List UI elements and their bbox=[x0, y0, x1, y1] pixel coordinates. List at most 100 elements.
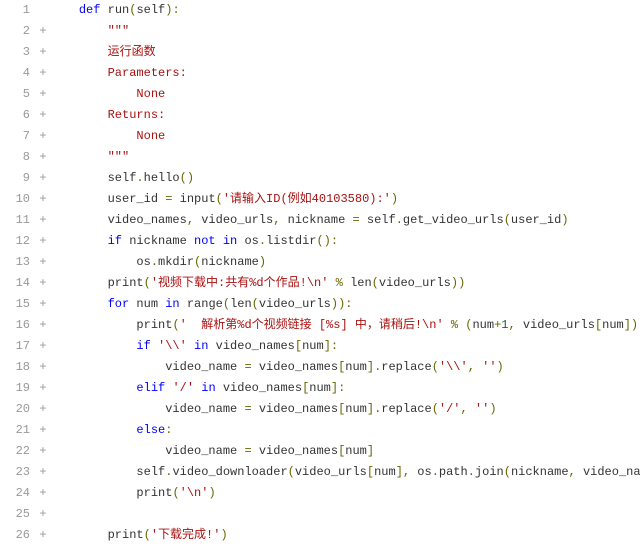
diff-marker: + bbox=[36, 420, 50, 441]
diff-marker: + bbox=[36, 189, 50, 210]
diff-marker: + bbox=[36, 357, 50, 378]
code-line: 8+ """ bbox=[0, 147, 640, 168]
code-content: video_name = video_names[num] bbox=[50, 441, 640, 462]
code-content: """ bbox=[50, 21, 640, 42]
code-content: if nickname not in os.listdir(): bbox=[50, 231, 640, 252]
diff-marker bbox=[36, 0, 50, 21]
line-number: 7 bbox=[0, 126, 36, 147]
diff-marker: + bbox=[36, 399, 50, 420]
code-line: 20+ video_name = video_names[num].replac… bbox=[0, 399, 640, 420]
diff-marker: + bbox=[36, 147, 50, 168]
code-content: self.video_downloader(video_urls[num], o… bbox=[50, 462, 640, 483]
code-line: 5+ None bbox=[0, 84, 640, 105]
diff-marker: + bbox=[36, 168, 50, 189]
diff-marker: + bbox=[36, 504, 50, 525]
diff-marker: + bbox=[36, 441, 50, 462]
diff-marker: + bbox=[36, 42, 50, 63]
diff-marker: + bbox=[36, 315, 50, 336]
code-content: print('\n') bbox=[50, 483, 640, 504]
line-number: 20 bbox=[0, 399, 36, 420]
line-number: 9 bbox=[0, 168, 36, 189]
diff-marker: + bbox=[36, 210, 50, 231]
code-line: 7+ None bbox=[0, 126, 640, 147]
code-content: user_id = input('请输入ID(例如40103580):') bbox=[50, 189, 640, 210]
diff-marker: + bbox=[36, 126, 50, 147]
code-content: 运行函数 bbox=[50, 42, 640, 63]
code-content: for num in range(len(video_urls)): bbox=[50, 294, 640, 315]
code-line: 10+ user_id = input('请输入ID(例如40103580):'… bbox=[0, 189, 640, 210]
line-number: 19 bbox=[0, 378, 36, 399]
code-content: if '\\' in video_names[num]: bbox=[50, 336, 640, 357]
code-line: 23+ self.video_downloader(video_urls[num… bbox=[0, 462, 640, 483]
code-line: 6+ Returns: bbox=[0, 105, 640, 126]
code-line: 9+ self.hello() bbox=[0, 168, 640, 189]
code-line: 11+ video_names, video_urls, nickname = … bbox=[0, 210, 640, 231]
code-content: None bbox=[50, 126, 640, 147]
line-number: 12 bbox=[0, 231, 36, 252]
code-line: 22+ video_name = video_names[num] bbox=[0, 441, 640, 462]
code-content: Returns: bbox=[50, 105, 640, 126]
line-number: 3 bbox=[0, 42, 36, 63]
code-line: 18+ video_name = video_names[num].replac… bbox=[0, 357, 640, 378]
line-number: 2 bbox=[0, 21, 36, 42]
code-content: self.hello() bbox=[50, 168, 640, 189]
diff-marker: + bbox=[36, 294, 50, 315]
diff-marker: + bbox=[36, 378, 50, 399]
code-content: print('视频下载中:共有%d个作品!\n' % len(video_url… bbox=[50, 273, 640, 294]
code-content: print('下载完成!') bbox=[50, 525, 640, 546]
diff-marker: + bbox=[36, 336, 50, 357]
code-line: 25+ bbox=[0, 504, 640, 525]
line-number: 15 bbox=[0, 294, 36, 315]
code-line: 24+ print('\n') bbox=[0, 483, 640, 504]
code-line: 4+ Parameters: bbox=[0, 63, 640, 84]
line-number: 6 bbox=[0, 105, 36, 126]
code-content: elif '/' in video_names[num]: bbox=[50, 378, 640, 399]
line-number: 8 bbox=[0, 147, 36, 168]
code-content: def run(self): bbox=[50, 0, 640, 21]
line-number: 13 bbox=[0, 252, 36, 273]
code-line: 19+ elif '/' in video_names[num]: bbox=[0, 378, 640, 399]
line-number: 11 bbox=[0, 210, 36, 231]
line-number: 24 bbox=[0, 483, 36, 504]
code-line: 17+ if '\\' in video_names[num]: bbox=[0, 336, 640, 357]
line-number: 25 bbox=[0, 504, 36, 525]
line-number: 23 bbox=[0, 462, 36, 483]
code-line: 21+ else: bbox=[0, 420, 640, 441]
code-content: video_name = video_names[num].replace('/… bbox=[50, 399, 640, 420]
line-number: 5 bbox=[0, 84, 36, 105]
line-number: 16 bbox=[0, 315, 36, 336]
diff-marker: + bbox=[36, 105, 50, 126]
code-line: 26+ print('下载完成!') bbox=[0, 525, 640, 546]
diff-marker: + bbox=[36, 84, 50, 105]
diff-marker: + bbox=[36, 63, 50, 84]
code-content: None bbox=[50, 84, 640, 105]
line-number: 18 bbox=[0, 357, 36, 378]
code-line: 14+ print('视频下载中:共有%d个作品!\n' % len(video… bbox=[0, 273, 640, 294]
code-line: 2+ """ bbox=[0, 21, 640, 42]
code-content: else: bbox=[50, 420, 640, 441]
code-line: 15+ for num in range(len(video_urls)): bbox=[0, 294, 640, 315]
diff-marker: + bbox=[36, 231, 50, 252]
code-line: 12+ if nickname not in os.listdir(): bbox=[0, 231, 640, 252]
line-number: 22 bbox=[0, 441, 36, 462]
code-content: video_name = video_names[num].replace('\… bbox=[50, 357, 640, 378]
code-line: 1 def run(self): bbox=[0, 0, 640, 21]
code-content: video_names, video_urls, nickname = self… bbox=[50, 210, 640, 231]
code-content: os.mkdir(nickname) bbox=[50, 252, 640, 273]
code-line: 16+ print(' 解析第%d个视频链接 [%s] 中，请稍后!\n' % … bbox=[0, 315, 640, 336]
diff-marker: + bbox=[36, 483, 50, 504]
line-number: 14 bbox=[0, 273, 36, 294]
line-number: 21 bbox=[0, 420, 36, 441]
code-content bbox=[50, 504, 640, 525]
line-number: 17 bbox=[0, 336, 36, 357]
line-number: 1 bbox=[0, 0, 36, 21]
line-number: 4 bbox=[0, 63, 36, 84]
diff-marker: + bbox=[36, 273, 50, 294]
diff-marker: + bbox=[36, 252, 50, 273]
line-number: 26 bbox=[0, 525, 36, 546]
code-content: Parameters: bbox=[50, 63, 640, 84]
diff-marker: + bbox=[36, 525, 50, 546]
line-number: 10 bbox=[0, 189, 36, 210]
code-content: print(' 解析第%d个视频链接 [%s] 中，请稍后!\n' % (num… bbox=[50, 315, 640, 336]
diff-view: 1 def run(self):2+ """3+ 运行函数4+ Paramete… bbox=[0, 0, 640, 546]
